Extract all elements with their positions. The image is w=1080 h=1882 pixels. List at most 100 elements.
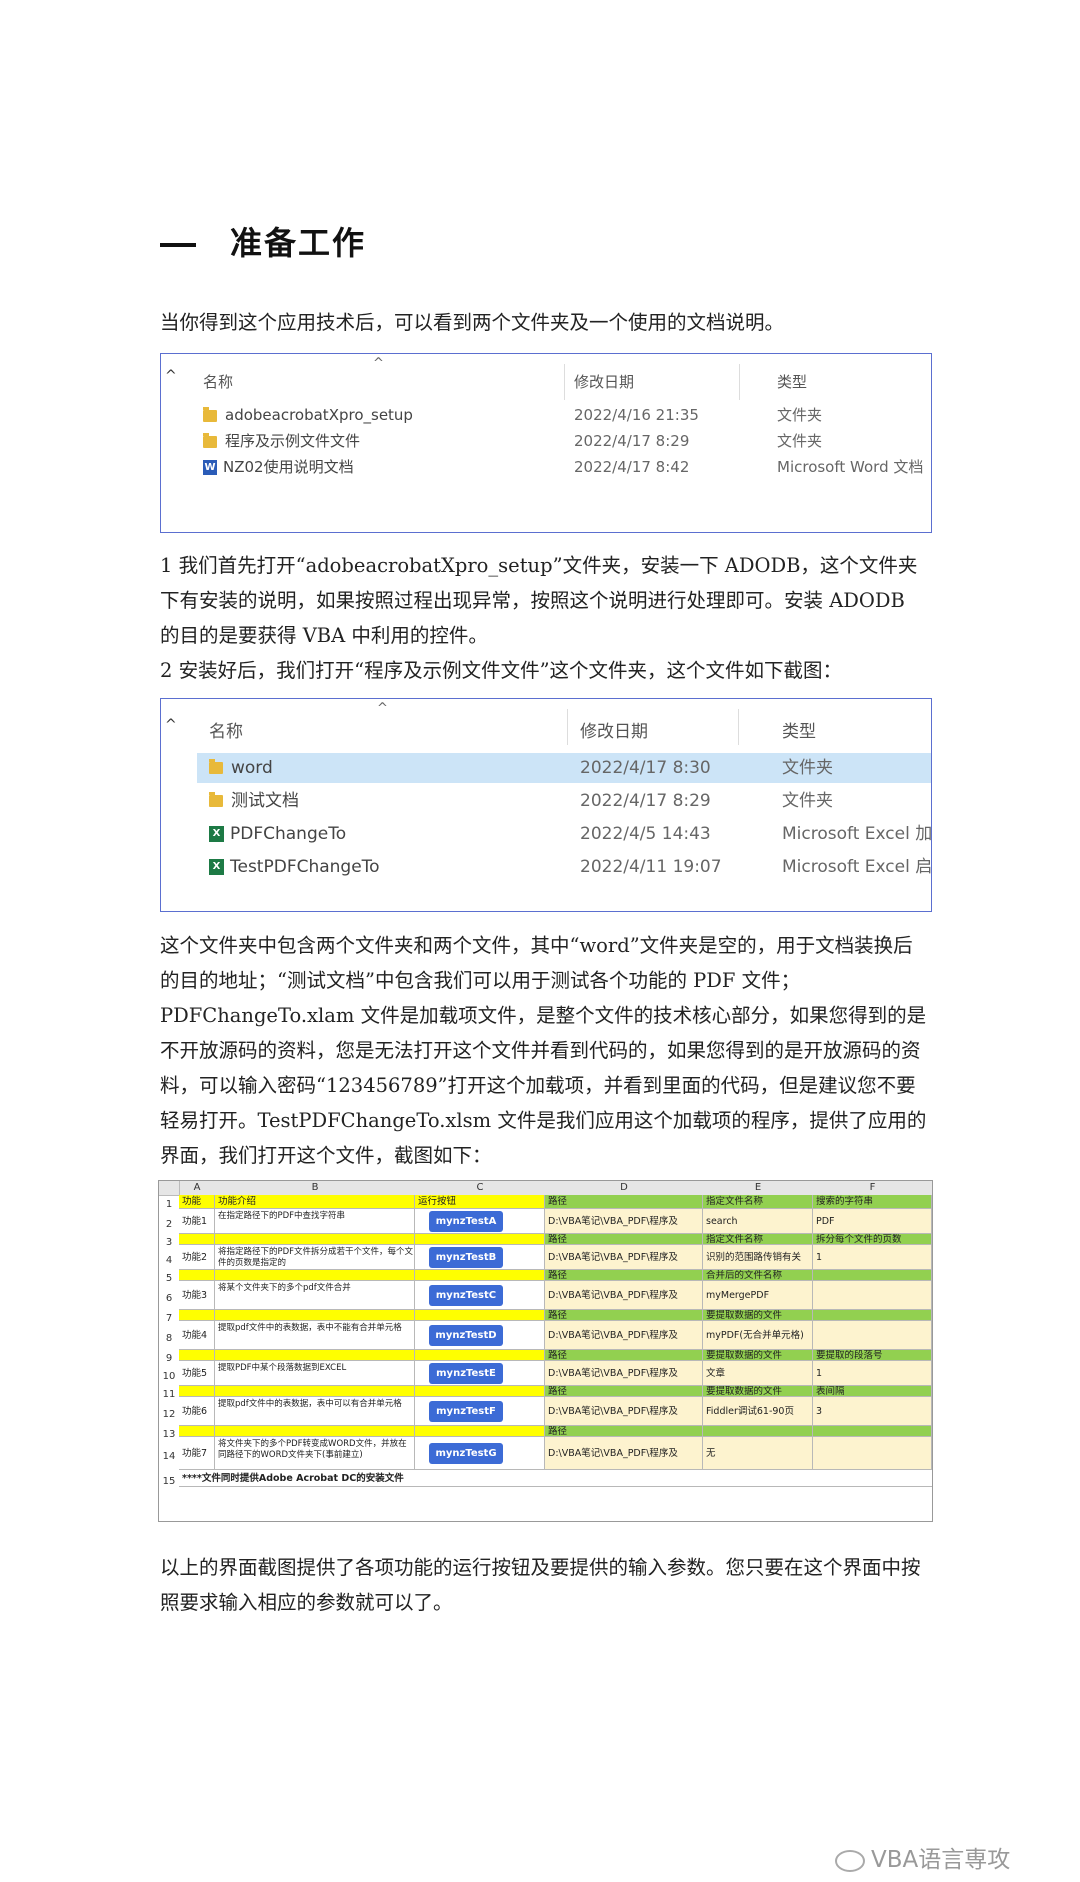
column-name[interactable]: 名称 <box>203 371 233 392</box>
run-button[interactable]: mynzTestE <box>429 1363 503 1384</box>
param-cell[interactable] <box>813 1321 932 1350</box>
column-date[interactable]: 修改日期 <box>580 717 648 742</box>
separator-cell[interactable] <box>179 1270 215 1281</box>
column-type[interactable]: 类型 <box>782 717 816 742</box>
sub-header-cell[interactable]: 路径 <box>545 1234 703 1245</box>
param-cell[interactable]: PDF <box>813 1209 932 1234</box>
sub-header-cell[interactable]: 拆分每个文件的页数 <box>813 1234 932 1245</box>
run-button[interactable]: mynzTestB <box>429 1247 503 1268</box>
sub-header-cell[interactable]: 要提取数据的文件 <box>703 1386 813 1397</box>
header-cell[interactable]: 路径 <box>545 1195 703 1209</box>
function-id-cell[interactable]: 功能7 <box>179 1437 215 1470</box>
separator-cell[interactable] <box>215 1426 415 1437</box>
row-number[interactable]: 3 <box>159 1234 179 1248</box>
param-cell[interactable] <box>813 1281 932 1310</box>
row-number[interactable]: 12 <box>159 1397 179 1426</box>
path-cell[interactable]: D:\VBA笔记\VBA_PDF\程序及 <box>545 1245 703 1270</box>
row-number[interactable]: 7 <box>159 1310 179 1324</box>
column-header[interactable]: A <box>179 1181 216 1196</box>
column-header[interactable]: D <box>545 1181 704 1196</box>
function-id-cell[interactable]: 功能5 <box>179 1361 215 1386</box>
separator-cell[interactable] <box>179 1426 215 1437</box>
param-cell[interactable]: 无 <box>703 1437 813 1470</box>
row-number[interactable]: 1 <box>159 1195 179 1210</box>
function-desc-cell[interactable]: 将指定路径下的PDF文件拆分成若干个文件，每个文件的页数是指定的 <box>215 1245 415 1270</box>
sub-header-cell[interactable] <box>813 1426 932 1437</box>
row-number[interactable]: 9 <box>159 1350 179 1364</box>
sub-header-cell[interactable]: 表间隔 <box>813 1386 932 1397</box>
path-cell[interactable]: D:\VBA笔记\VBA_PDF\程序及 <box>545 1209 703 1234</box>
param-cell[interactable]: myPDF(无合并单元格) <box>703 1321 813 1350</box>
param-cell[interactable]: 1 <box>813 1245 932 1270</box>
path-cell[interactable]: D:\VBA笔记\VBA_PDF\程序及 <box>545 1397 703 1426</box>
sub-header-cell[interactable] <box>813 1270 932 1281</box>
file-row[interactable]: 测试文档 2022/4/17 8:29 文件夹 <box>197 786 931 816</box>
path-cell[interactable]: D:\VBA笔记\VBA_PDF\程序及 <box>545 1321 703 1350</box>
column-header[interactable]: E <box>703 1181 814 1196</box>
param-cell[interactable]: 1 <box>813 1361 932 1386</box>
sub-header-cell[interactable] <box>813 1310 932 1321</box>
separator-cell[interactable] <box>415 1234 545 1245</box>
param-cell[interactable]: 3 <box>813 1397 932 1426</box>
param-cell[interactable]: myMergePDF <box>703 1281 813 1310</box>
separator-cell[interactable] <box>415 1386 545 1397</box>
function-desc-cell[interactable]: 将文件夹下的多个PDF转变成WORD文件，并放在同路径下的WORD文件夹下(事前… <box>215 1437 415 1470</box>
sub-header-cell[interactable]: 要提取的段落号 <box>813 1350 932 1361</box>
separator-cell[interactable] <box>179 1386 215 1397</box>
separator-cell[interactable] <box>415 1270 545 1281</box>
sub-header-cell[interactable]: 要提取数据的文件 <box>703 1350 813 1361</box>
path-cell[interactable]: D:\VBA笔记\VBA_PDF\程序及 <box>545 1361 703 1386</box>
separator-cell[interactable] <box>415 1426 545 1437</box>
param-cell[interactable]: 文章 <box>703 1361 813 1386</box>
column-header[interactable]: C <box>415 1181 546 1196</box>
run-button[interactable]: mynzTestD <box>429 1325 503 1346</box>
header-cell[interactable]: 功能 <box>179 1195 215 1209</box>
sub-header-cell[interactable]: 路径 <box>545 1270 703 1281</box>
param-cell[interactable]: Fiddler调试61-90页 <box>703 1397 813 1426</box>
row-number[interactable]: 15 <box>159 1470 179 1487</box>
file-row[interactable]: X PDFChangeTo 2022/4/5 14:43 Microsoft Exce… <box>197 819 931 849</box>
sub-header-cell[interactable]: 路径 <box>545 1426 703 1437</box>
header-cell[interactable]: 功能介绍 <box>215 1195 415 1209</box>
file-row[interactable]: adobeacrobatXpro_setup 2022/4/16 21:35 文件夹 <box>197 402 931 428</box>
header-cell[interactable]: 搜索的字符串 <box>813 1195 932 1209</box>
column-type[interactable]: 类型 <box>777 371 807 392</box>
separator-cell[interactable] <box>215 1386 415 1397</box>
file-row[interactable]: word 2022/4/17 8:30 文件夹 <box>197 753 931 783</box>
row-number[interactable]: 11 <box>159 1386 179 1400</box>
header-cell[interactable]: 运行按钮 <box>415 1195 545 1209</box>
select-all-corner[interactable] <box>159 1181 180 1196</box>
function-id-cell[interactable]: 功能1 <box>179 1209 215 1234</box>
function-id-cell[interactable]: 功能6 <box>179 1397 215 1426</box>
row-number[interactable]: 8 <box>159 1321 179 1350</box>
scroll-up-icon[interactable]: ^ <box>165 368 177 384</box>
separator-cell[interactable] <box>215 1350 415 1361</box>
path-cell[interactable]: D:\VBA笔记\VBA_PDF\程序及 <box>545 1281 703 1310</box>
function-id-cell[interactable]: 功能4 <box>179 1321 215 1350</box>
sub-header-cell[interactable]: 路径 <box>545 1310 703 1321</box>
row-number[interactable]: 5 <box>159 1270 179 1284</box>
scroll-up-icon[interactable]: ^ <box>165 717 177 733</box>
separator-cell[interactable] <box>415 1310 545 1321</box>
separator-cell[interactable] <box>215 1270 415 1281</box>
sub-header-cell[interactable]: 要提取数据的文件 <box>703 1310 813 1321</box>
column-date[interactable]: 修改日期 <box>574 371 634 392</box>
separator-cell[interactable] <box>179 1234 215 1245</box>
row-number[interactable]: 10 <box>159 1361 179 1386</box>
function-id-cell[interactable]: 功能3 <box>179 1281 215 1310</box>
run-button[interactable]: mynzTestF <box>429 1401 503 1422</box>
sub-header-cell[interactable]: 路径 <box>545 1350 703 1361</box>
function-desc-cell[interactable]: 将某个文件夹下的多个pdf文件合并 <box>215 1281 415 1310</box>
column-header[interactable]: B <box>215 1181 416 1196</box>
separator-cell[interactable] <box>179 1310 215 1321</box>
separator-cell[interactable] <box>415 1350 545 1361</box>
row-number[interactable]: 13 <box>159 1426 179 1440</box>
run-button[interactable]: mynzTestC <box>429 1285 503 1306</box>
separator-cell[interactable] <box>215 1310 415 1321</box>
separator-cell[interactable] <box>179 1350 215 1361</box>
param-cell[interactable]: 识别的范围路传销有关 <box>703 1245 813 1270</box>
run-button[interactable]: mynzTestG <box>429 1443 503 1464</box>
run-button[interactable]: mynzTestA <box>429 1211 503 1232</box>
header-cell[interactable]: 指定文件名称 <box>703 1195 813 1209</box>
sub-header-cell[interactable]: 指定文件名称 <box>703 1234 813 1245</box>
